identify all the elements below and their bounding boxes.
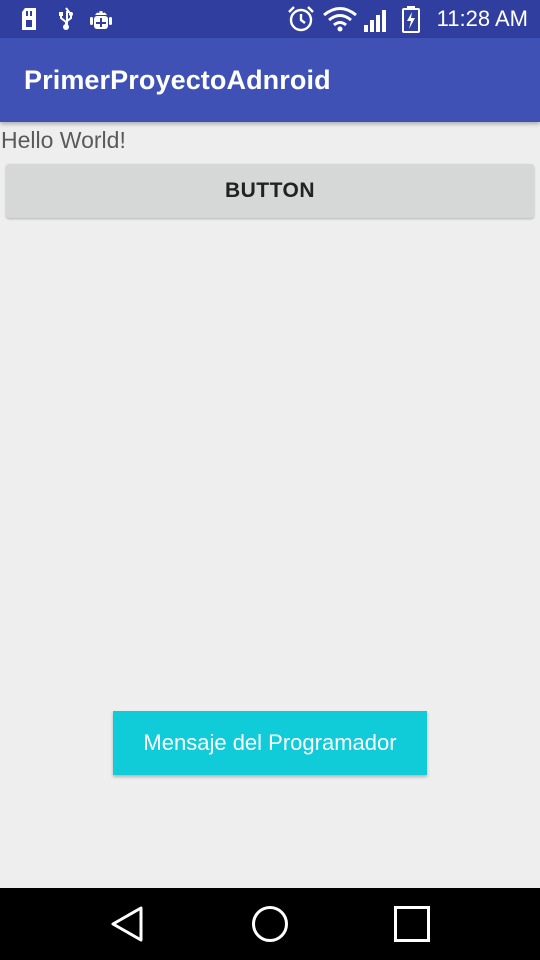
developer-message-button[interactable]: Mensaje del Programador <box>113 711 427 775</box>
alarm-icon <box>288 6 314 32</box>
battery-charging-icon <box>402 6 420 33</box>
signal-icon <box>364 10 386 32</box>
home-icon[interactable] <box>250 905 290 943</box>
sd-card-icon <box>22 8 36 30</box>
app-bar: PrimerProyectoAdnroid <box>0 38 540 122</box>
main-content: Hello World! BUTTON Mensaje del Programa… <box>0 122 540 888</box>
hello-text: Hello World! <box>1 127 126 153</box>
android-debug-icon <box>90 11 112 29</box>
main-button[interactable]: BUTTON <box>6 164 534 218</box>
back-icon[interactable] <box>108 905 146 943</box>
status-time: 11:28 AM <box>436 6 528 31</box>
recents-icon[interactable] <box>393 905 431 943</box>
app-title: PrimerProyectoAdnroid <box>24 65 331 95</box>
navigation-bar <box>0 888 540 960</box>
wifi-icon <box>323 7 357 32</box>
status-bar: 11:28 AM <box>0 0 540 38</box>
usb-icon <box>59 7 73 30</box>
